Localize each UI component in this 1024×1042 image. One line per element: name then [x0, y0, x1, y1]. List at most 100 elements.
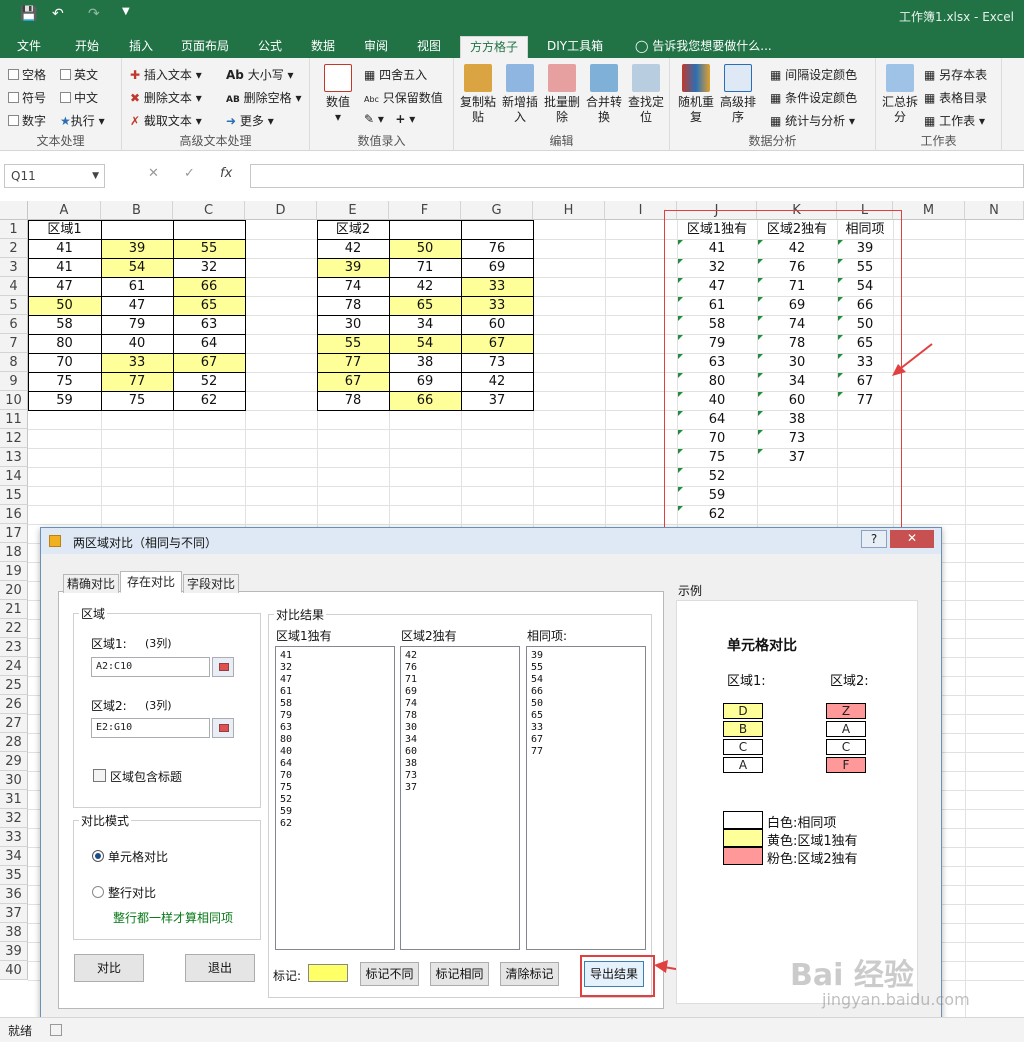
row-header-27[interactable]: 27 [0, 714, 28, 733]
column-header-A[interactable]: A [28, 201, 101, 220]
row-header-21[interactable]: 21 [0, 600, 28, 619]
keep-values-button[interactable]: Abc 只保留数值 [364, 89, 443, 106]
data-cell[interactable]: 58 [28, 315, 101, 334]
data-cell[interactable]: 63 [173, 315, 245, 334]
row-header-39[interactable]: 39 [0, 942, 28, 961]
unique1-list[interactable]: 41 32 47 61 58 79 63 80 40 64 70 75 52 5… [275, 646, 395, 950]
region2-input[interactable]: E2:G10 [91, 718, 210, 738]
data-cell[interactable]: 40 [101, 334, 173, 353]
mode-row-radio[interactable] [92, 886, 104, 898]
region1-input[interactable]: A2:C10 [91, 657, 210, 677]
extract-text-button[interactable]: ✗ 截取文本 ▾ [130, 112, 202, 129]
data-cell[interactable]: 41 [28, 258, 101, 277]
row-header-17[interactable]: 17 [0, 524, 28, 543]
execute-button[interactable]: ★执行 ▾ [60, 112, 105, 129]
data-cell[interactable]: 67 [317, 372, 389, 391]
row-header-16[interactable]: 16 [0, 505, 28, 524]
column-header-B[interactable]: B [101, 201, 173, 220]
row-header-3[interactable]: 3 [0, 258, 28, 277]
row-header-36[interactable]: 36 [0, 885, 28, 904]
data-cell[interactable]: 32 [173, 258, 245, 277]
row-header-7[interactable]: 7 [0, 334, 28, 353]
row-header-31[interactable]: 31 [0, 790, 28, 809]
tab-file[interactable]: 文件 [8, 36, 50, 58]
data-cell[interactable]: 80 [28, 334, 101, 353]
include-header-checkbox[interactable] [93, 769, 106, 782]
help-button[interactable]: ? [861, 530, 887, 548]
merge-convert-button[interactable]: 合并转换 [584, 64, 624, 125]
column-header-D[interactable]: D [245, 201, 317, 220]
data-cell[interactable]: 42 [461, 372, 533, 391]
formula-input[interactable] [250, 164, 1024, 188]
select-all-corner[interactable] [0, 201, 28, 220]
data-cell[interactable]: 55 [173, 239, 245, 258]
column-header-E[interactable]: E [317, 201, 389, 220]
data-cell[interactable]: 79 [101, 315, 173, 334]
data-cell[interactable]: 42 [317, 239, 389, 258]
row-header-38[interactable]: 38 [0, 923, 28, 942]
export-result-button[interactable]: 导出结果 [584, 961, 644, 987]
data-cell[interactable]: 59 [28, 391, 101, 410]
data-cell[interactable]: 39 [101, 239, 173, 258]
close-button[interactable]: ✕ [890, 530, 934, 548]
data-cell[interactable]: 62 [173, 391, 245, 410]
row-header-23[interactable]: 23 [0, 638, 28, 657]
check-space[interactable]: 空格 [8, 66, 46, 83]
data-cell[interactable]: 47 [101, 296, 173, 315]
data-cell[interactable]: 33 [101, 353, 173, 372]
data-cell[interactable]: 65 [173, 296, 245, 315]
data-cell[interactable]: 78 [317, 391, 389, 410]
row-header-30[interactable]: 30 [0, 771, 28, 790]
row-header-6[interactable]: 6 [0, 315, 28, 334]
row-header-13[interactable]: 13 [0, 448, 28, 467]
row-header-40[interactable]: 40 [0, 961, 28, 980]
worksheet-button[interactable]: ▦ 工作表 ▾ [924, 112, 985, 129]
row-header-28[interactable]: 28 [0, 733, 28, 752]
data-cell[interactable]: 78 [317, 296, 389, 315]
row-header-15[interactable]: 15 [0, 486, 28, 505]
row-header-26[interactable]: 26 [0, 695, 28, 714]
data-cell[interactable]: 50 [28, 296, 101, 315]
more-button[interactable]: ➜ 更多 ▾ [226, 112, 274, 129]
data-cell[interactable]: 30 [317, 315, 389, 334]
row-header-1[interactable]: 1 [0, 220, 28, 239]
column-header-M[interactable]: M [893, 201, 965, 220]
data-cell[interactable]: 54 [101, 258, 173, 277]
data-cell[interactable]: 39 [317, 258, 389, 277]
row-header-35[interactable]: 35 [0, 866, 28, 885]
row-header-34[interactable]: 34 [0, 847, 28, 866]
data-cell[interactable]: 33 [461, 296, 533, 315]
advanced-sort-button[interactable]: 高级排序 [718, 64, 758, 125]
row-header-29[interactable]: 29 [0, 752, 28, 771]
column-header-F[interactable]: F [389, 201, 461, 220]
find-locate-button[interactable]: 查找定位 [626, 64, 666, 125]
row-header-19[interactable]: 19 [0, 562, 28, 581]
value-button[interactable]: 数值 ▾ [318, 64, 358, 125]
column-header-N[interactable]: N [965, 201, 1024, 220]
data-cell[interactable]: 64 [173, 334, 245, 353]
tab-field-compare[interactable]: 字段对比 [183, 574, 239, 593]
insert-text-button[interactable]: ✚ 插入文本 ▾ [130, 66, 202, 83]
region-header[interactable]: 区域1 [28, 220, 101, 239]
same-list[interactable]: 39 55 54 66 50 65 33 67 77 [526, 646, 646, 950]
data-cell[interactable]: 41 [28, 239, 101, 258]
data-cell[interactable]: 52 [173, 372, 245, 391]
row-header-10[interactable]: 10 [0, 391, 28, 410]
tab-home[interactable]: 开始 [66, 36, 108, 58]
summary-split-button[interactable]: 汇总拆分 [880, 64, 920, 125]
column-header-G[interactable]: G [461, 201, 533, 220]
mark-same-button[interactable]: 标记相同 [430, 962, 489, 986]
round-button[interactable]: ▦ 四舍五入 [364, 66, 427, 83]
interval-color-button[interactable]: ▦ 间隔设定颜色 [770, 66, 857, 83]
mark-different-button[interactable]: 标记不同 [360, 962, 419, 986]
enter-icon[interactable]: ✓ [184, 166, 195, 181]
save-sheet-button[interactable]: ▦ 另存本表 [924, 66, 987, 83]
remove-spaces-button[interactable]: AB 删除空格 ▾ [226, 89, 302, 106]
sheet-directory-button[interactable]: ▦ 表格目录 [924, 89, 987, 106]
region2-select-icon[interactable] [212, 718, 234, 738]
row-header-18[interactable]: 18 [0, 543, 28, 562]
tab-review[interactable]: 审阅 [355, 36, 397, 58]
data-cell[interactable]: 74 [317, 277, 389, 296]
undo-icon[interactable]: ↶ [52, 6, 64, 22]
check-english[interactable]: 英文 [60, 66, 98, 83]
